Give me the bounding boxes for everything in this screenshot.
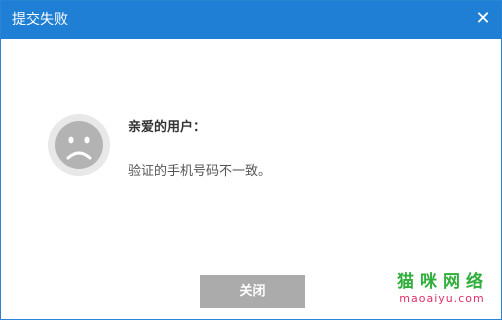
close-icon[interactable]: ✕ [474, 10, 492, 28]
error-dialog: 提交失败 ✕ 亲爱的用户： 验证的手机号码不一致。 关闭 猫咪网络 maoaiy… [0, 0, 502, 320]
dialog-titlebar: 提交失败 ✕ [1, 1, 501, 39]
watermark-chinese: 猫咪网络 [397, 272, 489, 292]
close-button[interactable]: 关闭 [200, 275, 305, 308]
greeting-text: 亲爱的用户： [128, 120, 207, 135]
error-message: 验证的手机号码不一致。 [128, 164, 272, 179]
sad-face-icon [48, 114, 110, 176]
dialog-title: 提交失败 [12, 12, 68, 28]
site-watermark: 猫咪网络 maoaiyu.com [397, 273, 487, 305]
watermark-url: maoaiyu.com [399, 292, 485, 305]
